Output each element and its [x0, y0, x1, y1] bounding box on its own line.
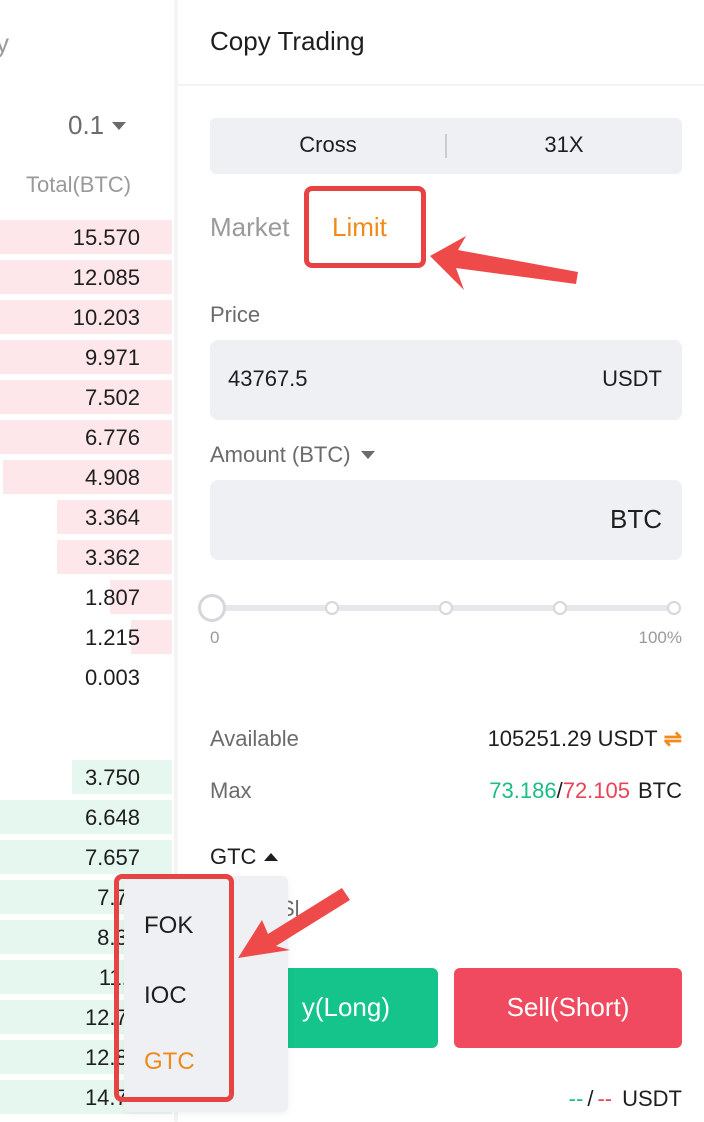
- annotation-arrow-limit: [430, 236, 578, 290]
- annotation-arrows: [238, 236, 578, 958]
- annotation-arrow-menu: [238, 888, 350, 958]
